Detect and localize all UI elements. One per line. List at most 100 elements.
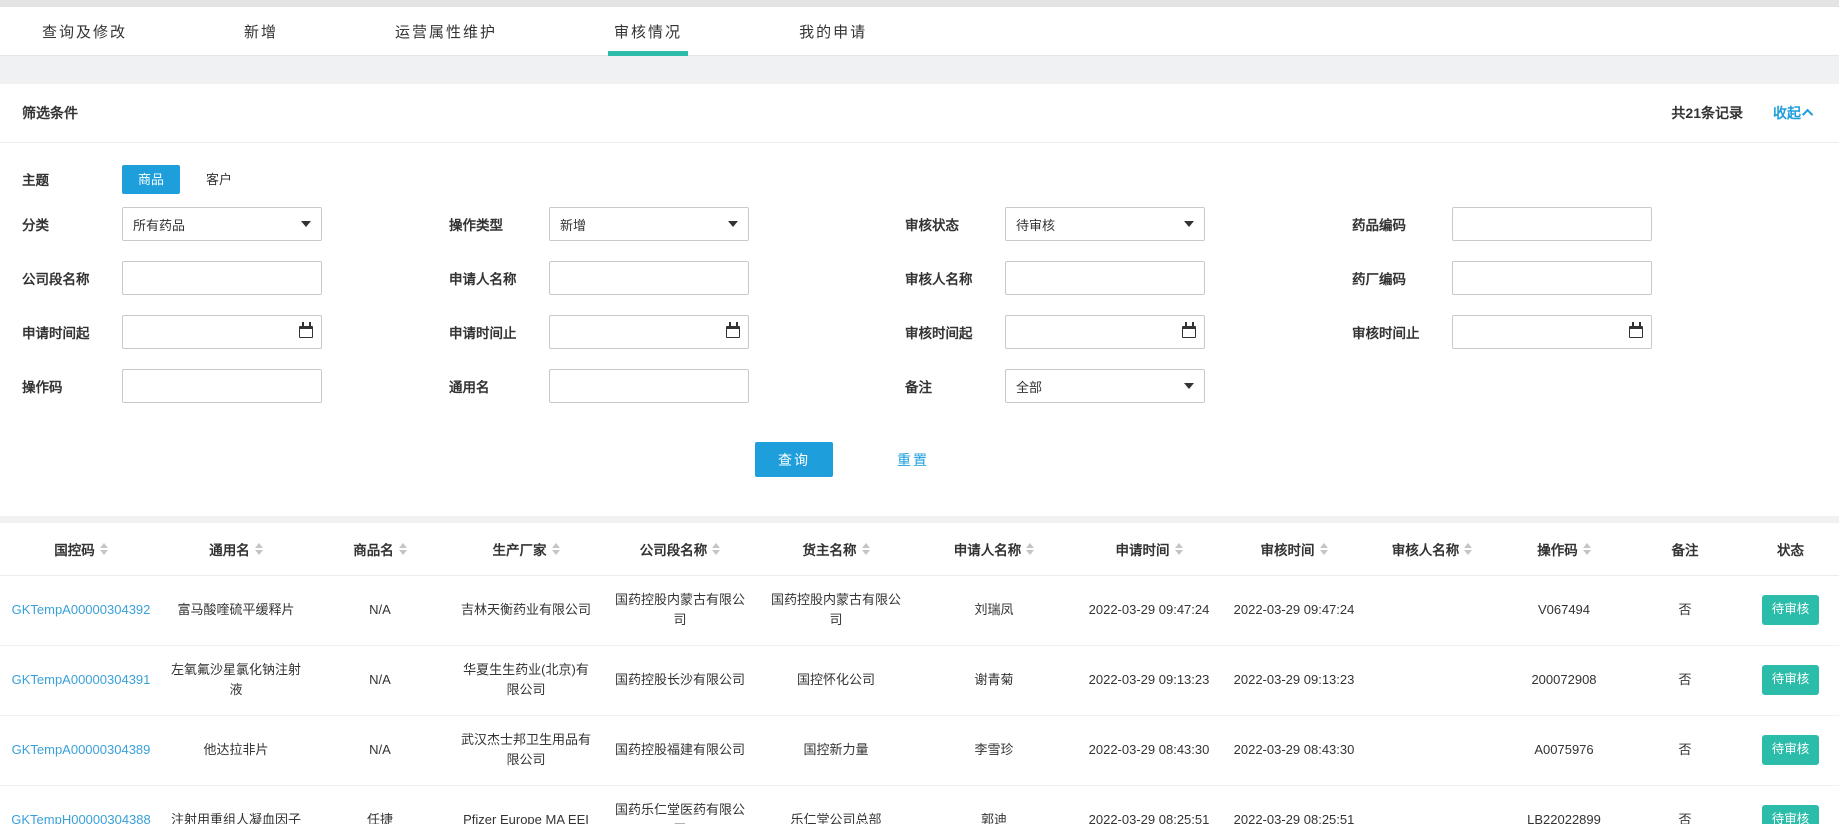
column-label: 审核人名称 <box>1392 539 1460 559</box>
select-操作类型[interactable]: 新增 <box>549 207 749 241</box>
select-分类[interactable]: 所有药品 <box>122 207 322 241</box>
sort-up-icon <box>1175 543 1183 548</box>
column-header-审核时间[interactable]: 审核时间 <box>1224 523 1364 575</box>
column-header-生产厂家[interactable]: 生产厂家 <box>450 523 602 575</box>
filter-label: 申请时间止 <box>449 322 549 342</box>
reset-button[interactable]: 重置 <box>897 450 929 470</box>
column-header-审核人名称[interactable]: 审核人名称 <box>1364 523 1500 575</box>
cell-商品名: N/A <box>310 715 450 785</box>
filter-label: 审核人名称 <box>905 268 1005 288</box>
calendar-icon[interactable] <box>1629 326 1643 338</box>
table-row: GKTempA00000304389他达拉非片N/A武汉杰士邦卫生用品有限公司国… <box>0 715 1839 785</box>
table-header-row: 国控码通用名商品名生产厂家公司段名称 货主名称 申请人名称申请时间审核时间 审核人名称… <box>0 523 1839 575</box>
sort-up-icon <box>1583 543 1591 548</box>
collapse-button[interactable]: 收起 <box>1773 103 1813 123</box>
calendar-icon[interactable] <box>299 326 313 338</box>
column-header-货主名称[interactable]: 货主名称 <box>758 523 914 575</box>
cell-审核时间: 2022-03-29 09:13:23 <box>1224 645 1364 715</box>
collapse-label: 收起 <box>1773 103 1801 123</box>
filter-label: 公司段名称 <box>22 268 122 288</box>
national-code-link[interactable]: GKTempH00000304388 <box>11 812 151 824</box>
filter-header-right: 共21条记录 收起 <box>1671 103 1817 123</box>
filter-cell-审核人名称: 审核人名称 <box>905 261 1352 295</box>
cell-状态: 待审核 <box>1742 715 1839 785</box>
national-code-link[interactable]: GKTempA00000304392 <box>12 602 151 617</box>
filter-cell-审核时间止: 审核时间止 <box>1352 315 1809 349</box>
filter-cell-备注: 备注全部 <box>905 369 1352 403</box>
text-input-公司段名称[interactable] <box>122 261 322 295</box>
text-input-药品编码[interactable] <box>1452 207 1652 241</box>
date-input-申请时间起[interactable] <box>122 315 322 349</box>
cell-通用名: 左氧氟沙星氯化钠注射液 <box>162 645 310 715</box>
national-code-link[interactable]: GKTempA00000304391 <box>12 672 151 687</box>
sort-icon <box>1464 543 1472 555</box>
tab-1[interactable]: 查询及修改 <box>36 7 133 55</box>
sort-icon <box>1583 543 1591 555</box>
column-header-公司段名称[interactable]: 公司段名称 <box>602 523 758 575</box>
text-input-药厂编码[interactable] <box>1452 261 1652 295</box>
text-input-通用名[interactable] <box>549 369 749 403</box>
calendar-icon[interactable] <box>726 326 740 338</box>
column-header-备注: 备注 <box>1628 523 1742 575</box>
status-badge: 待审核 <box>1762 805 1820 824</box>
cell-国控码: GKTempA00000304389 <box>0 715 162 785</box>
select-备注[interactable]: 全部 <box>1005 369 1205 403</box>
cell-审核时间: 2022-03-29 09:47:24 <box>1224 575 1364 645</box>
column-header-商品名[interactable]: 商品名 <box>310 523 450 575</box>
filter-panel-header: 筛选条件 共21条记录 收起 <box>0 84 1839 143</box>
date-input-审核时间起[interactable] <box>1005 315 1205 349</box>
filter-label: 分类 <box>22 214 122 234</box>
cell-申请时间: 2022-03-29 08:25:51 <box>1074 785 1224 824</box>
select-value: 所有药品 <box>133 215 185 234</box>
filter-label: 操作类型 <box>449 214 549 234</box>
cell-申请人名称: 刘瑞凤 <box>914 575 1074 645</box>
record-count: 共21条记录 <box>1671 103 1743 123</box>
column-header-inner: 审核人名称 <box>1392 539 1473 559</box>
tab-4[interactable]: 审核情况 <box>608 7 688 55</box>
cell-操作码: LB22022899 <box>1500 785 1628 824</box>
column-header-操作码[interactable]: 操作码 <box>1500 523 1628 575</box>
column-header-inner: 备注 <box>1672 539 1699 559</box>
tab-5[interactable]: 我的申请 <box>793 7 873 55</box>
filter-cell-申请人名称: 申请人名称 <box>449 261 905 295</box>
text-input-审核人名称[interactable] <box>1005 261 1205 295</box>
filter-field <box>1005 315 1205 349</box>
filter-field: 待审核 <box>1005 207 1205 241</box>
national-code-link[interactable]: GKTempA00000304389 <box>12 742 151 757</box>
tab-3[interactable]: 运营属性维护 <box>389 7 503 55</box>
column-header-通用名[interactable]: 通用名 <box>162 523 310 575</box>
calendar-icon[interactable] <box>1182 326 1196 338</box>
topic-option-2[interactable]: 客户 <box>190 165 248 194</box>
filter-cell-操作类型: 操作类型新增 <box>449 207 905 241</box>
filter-field <box>122 261 322 295</box>
date-input-申请时间止[interactable] <box>549 315 749 349</box>
sort-down-icon <box>1026 550 1034 555</box>
text-input-申请人名称[interactable] <box>549 261 749 295</box>
cell-生产厂家: Pfizer Europe MA EEI <box>450 785 602 824</box>
filter-panel: 筛选条件 共21条记录 收起 主题 商品客户 分类所有药品操作类型新增审核状态待… <box>0 84 1839 516</box>
sort-down-icon <box>552 550 560 555</box>
cell-公司段名称: 国药乐仁堂医药有限公司 <box>602 785 758 824</box>
filter-field <box>549 369 749 403</box>
cell-生产厂家: 华夏生生药业(北京)有限公司 <box>450 645 602 715</box>
cell-货主名称: 国控新力量 <box>758 715 914 785</box>
column-header-国控码[interactable]: 国控码 <box>0 523 162 575</box>
column-header-申请人名称[interactable]: 申请人名称 <box>914 523 1074 575</box>
column-header-状态: 状态 <box>1742 523 1839 575</box>
sort-down-icon <box>1175 550 1183 555</box>
select-审核状态[interactable]: 待审核 <box>1005 207 1205 241</box>
sort-down-icon <box>100 550 108 555</box>
search-button[interactable]: 查询 <box>755 442 833 477</box>
sort-up-icon <box>1464 543 1472 548</box>
column-header-申请时间[interactable]: 申请时间 <box>1074 523 1224 575</box>
filter-cell-通用名: 通用名 <box>449 369 905 403</box>
tab-2[interactable]: 新增 <box>238 7 284 55</box>
column-header-inner: 货主名称 <box>803 539 870 559</box>
date-input-审核时间止[interactable] <box>1452 315 1652 349</box>
sort-down-icon <box>255 550 263 555</box>
filter-field <box>122 315 322 349</box>
text-input-操作码[interactable] <box>122 369 322 403</box>
cell-公司段名称: 国药控股内蒙古有限公司 <box>602 575 758 645</box>
status-badge: 待审核 <box>1762 665 1820 694</box>
topic-option-1[interactable]: 商品 <box>122 165 180 194</box>
